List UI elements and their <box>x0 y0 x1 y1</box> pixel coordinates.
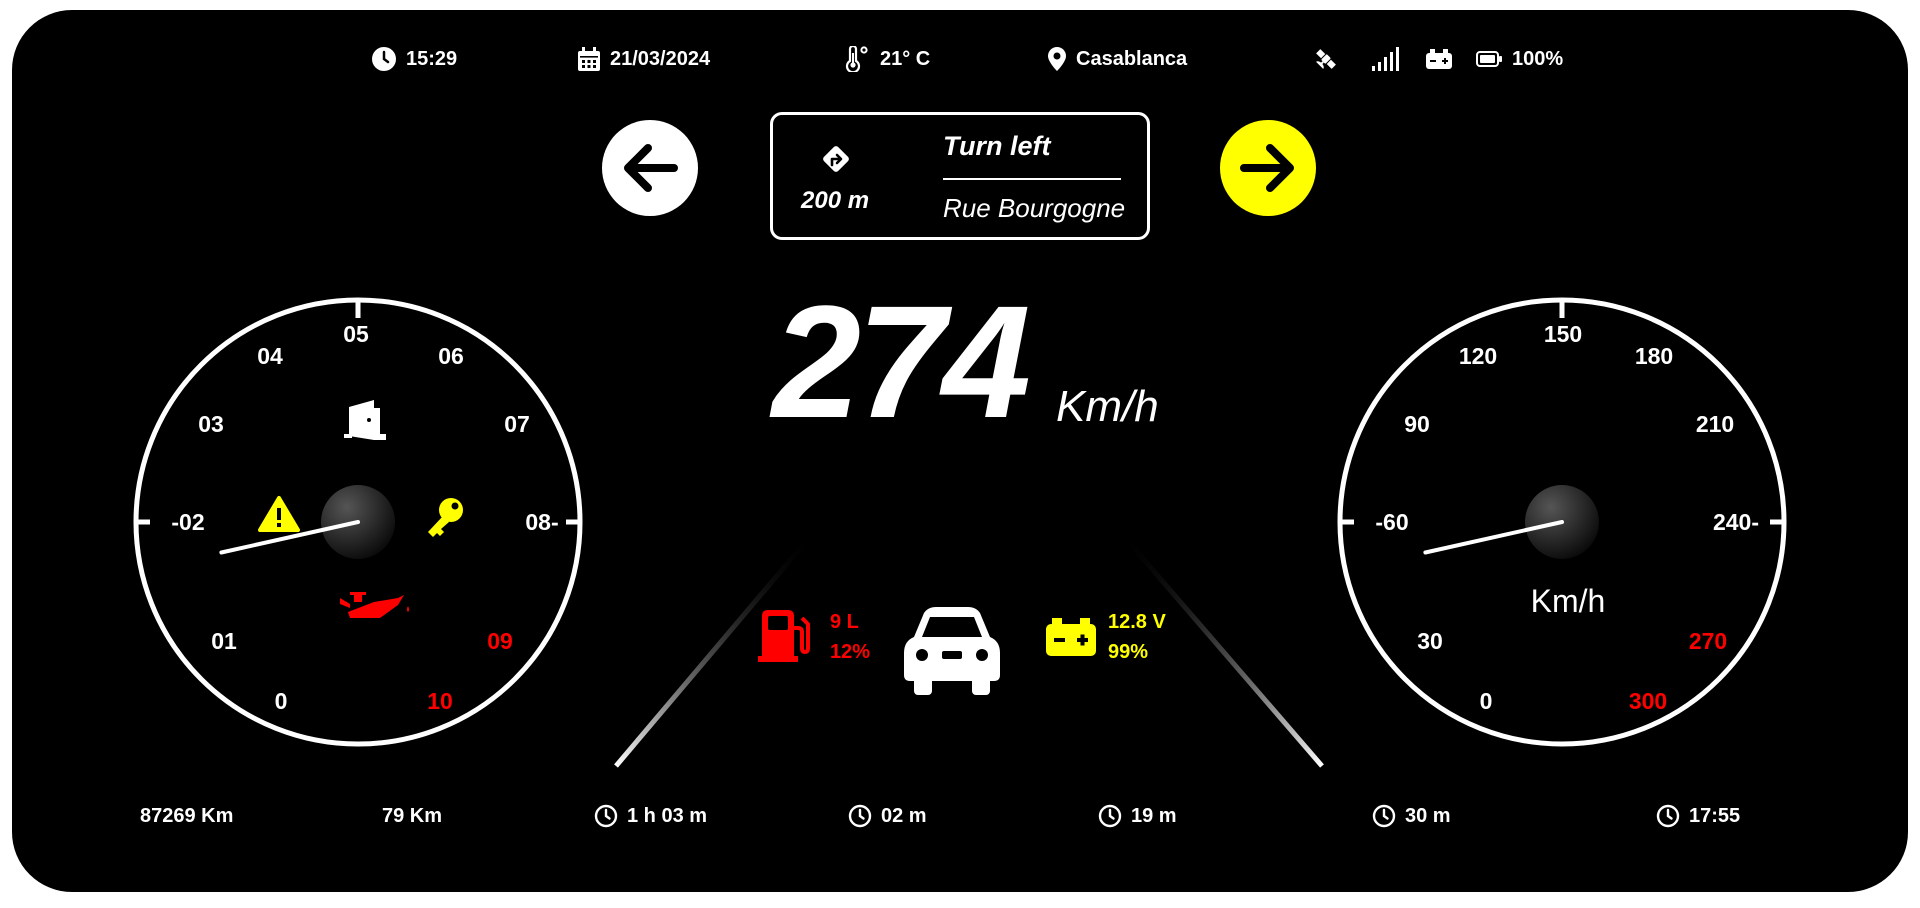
navigation-instruction: 200 m Turn left Rue Bourgogne <box>770 112 1150 240</box>
arrival-time-text: 17:55 <box>1689 804 1741 827</box>
trip-time-4: 30 m <box>1372 803 1451 829</box>
thermometer-icon <box>845 46 868 72</box>
turn-direction-icon <box>823 146 849 172</box>
trip-time-4-text: 30 m <box>1405 804 1451 827</box>
speed-gauge-unit: Km/h <box>1531 583 1606 619</box>
fuel-percent: 12% <box>830 641 871 663</box>
door-open-icon <box>344 400 386 440</box>
car-battery-level-icon <box>1046 618 1096 656</box>
date-text: 21/03/2024 <box>610 47 711 70</box>
speed-tick-8: 240- <box>1713 509 1759 535</box>
turn-instruction: Turn left <box>943 131 1051 161</box>
rpm-tick-8: 08- <box>525 509 558 535</box>
speed-tick-7: 210 <box>1696 411 1734 437</box>
speed-tick-10: 300 <box>1629 688 1667 714</box>
clock-icon <box>372 47 396 71</box>
car-battery-status <box>1426 46 1462 72</box>
location-pin-icon <box>1048 47 1066 71</box>
trip-time-1-text: 1 h 03 m <box>627 804 708 827</box>
speed-tick-9: 270 <box>1689 628 1727 654</box>
street-name: Rue Bourgogne <box>943 193 1126 223</box>
next-button[interactable] <box>1220 120 1316 216</box>
arrival-time: 17:55 <box>1656 803 1740 829</box>
odometer-text: 87269 Km <box>140 804 234 827</box>
oil-pressure-icon <box>340 592 409 618</box>
car-battery-icon <box>1426 49 1452 69</box>
calendar-icon <box>578 47 600 71</box>
clock-icon <box>1656 804 1680 828</box>
dashboard-panel: 15:29 21/03/2024 21° C Casablanca 100% 2… <box>12 10 1908 892</box>
battery-level: 99% <box>1108 641 1149 663</box>
battery-voltage: 12.8 V <box>1108 611 1166 633</box>
speed-tick-0: 0 <box>1480 688 1493 714</box>
rpm-tick-7: 07 <box>504 411 530 437</box>
trip-time-2-text: 02 m <box>881 804 927 827</box>
rpm-tick-6: 06 <box>438 343 464 369</box>
signal-status <box>1372 46 1410 72</box>
rpm-tick-0: 0 <box>275 688 288 714</box>
fuel-pump-icon <box>758 610 810 662</box>
car-icon <box>904 607 1000 695</box>
key-icon <box>428 498 463 537</box>
arrow-left-icon <box>624 144 678 192</box>
speed-value: 274 <box>772 272 1031 451</box>
speed-tick-4: 120 <box>1459 343 1497 369</box>
status-time: 15:29 <box>372 46 457 72</box>
status-temperature: 21° C <box>844 46 930 72</box>
trip-distance: 79 Km <box>382 803 442 829</box>
trip-text: 79 Km <box>382 804 443 827</box>
clock-icon <box>848 804 872 828</box>
battery-percent-text: 100% <box>1512 47 1564 70</box>
rpm-tick-9: 09 <box>487 628 513 654</box>
warning-icon <box>258 496 300 532</box>
speed-tick-3: 90 <box>1404 411 1430 437</box>
rpm-tick-3: 03 <box>198 411 224 437</box>
trip-time-2: 02 m <box>848 803 927 829</box>
satellite-icon <box>1316 49 1336 69</box>
clock-icon <box>1098 804 1122 828</box>
temperature-text: 21° C <box>880 47 931 70</box>
speed-tick-2: -60 <box>1375 509 1408 535</box>
rpm-tick-2: -02 <box>171 509 204 535</box>
fuel-liters: 9 L <box>830 611 859 633</box>
rpm-gauge: 0 01 -02 03 04 05 06 07 08- 09 10 <box>133 297 583 747</box>
trip-time-3: 19 m <box>1098 803 1177 829</box>
clock-icon <box>1372 804 1396 828</box>
battery-readout: 12.8 V 99% <box>1108 607 1166 667</box>
signal-bars-icon <box>1372 47 1399 71</box>
status-battery: 100% <box>1476 46 1563 72</box>
previous-button[interactable] <box>602 120 698 216</box>
speed-unit: Km/h <box>1056 382 1159 431</box>
arrow-right-icon <box>1240 144 1294 192</box>
speed-tick-5: 150 <box>1544 321 1582 347</box>
time-text: 15:29 <box>406 47 458 70</box>
speed-tick-1: 30 <box>1417 628 1443 654</box>
fuel-readout: 9 L 12% <box>830 607 870 667</box>
status-date: 21/03/2024 <box>578 46 710 72</box>
rpm-tick-5: 05 <box>343 321 369 347</box>
turn-distance: 200 m <box>801 187 870 214</box>
location-text: Casablanca <box>1076 47 1188 70</box>
speed-gauge: 0 30 -60 90 120 150 180 210 240- 270 300… <box>1337 297 1787 747</box>
satellite-status <box>1314 46 1348 72</box>
status-location: Casablanca <box>1048 46 1187 72</box>
rpm-tick-10: 10 <box>427 688 453 714</box>
odometer: 87269 Km <box>140 803 233 829</box>
rpm-tick-4: 04 <box>257 343 283 369</box>
battery-icon <box>1476 51 1502 67</box>
trip-time-1: 1 h 03 m <box>594 803 707 829</box>
speed-tick-6: 180 <box>1635 343 1673 369</box>
trip-time-3-text: 19 m <box>1131 804 1177 827</box>
nav-divider <box>943 178 1121 180</box>
clock-icon <box>594 804 618 828</box>
rpm-tick-1: 01 <box>211 628 237 654</box>
